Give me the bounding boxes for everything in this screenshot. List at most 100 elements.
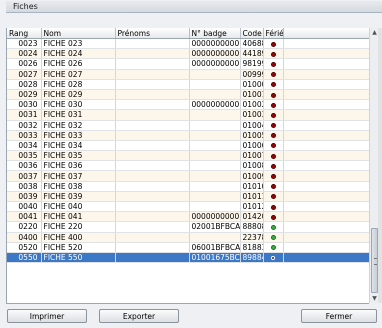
holiday-status-red-icon xyxy=(270,174,276,180)
cell-badge xyxy=(189,170,241,182)
cell-filler xyxy=(283,109,369,121)
column-header-badge[interactable]: N° badge xyxy=(189,28,241,39)
cell-filler xyxy=(283,252,369,264)
cell-rang: 0026 xyxy=(7,58,42,70)
cell-badge xyxy=(189,201,241,213)
column-header-prenoms[interactable]: Prénoms xyxy=(115,28,190,39)
cell-filler xyxy=(283,181,369,192)
cell-prenoms xyxy=(115,38,190,50)
table-row[interactable]: 0030FICHE 030 000000000001002 xyxy=(7,99,369,111)
cell-feries xyxy=(263,120,284,131)
export-button[interactable]: Exporter xyxy=(99,309,179,323)
column-header-rang[interactable]: Rang xyxy=(7,28,42,39)
table-row[interactable]: 0036FICHE 036 01008 xyxy=(7,160,369,172)
holiday-status-red-icon xyxy=(270,194,276,200)
scrollbar-thumb[interactable] xyxy=(371,228,378,293)
cell-filler xyxy=(283,58,369,70)
table-row[interactable]: 0029FICHE 029 01001 xyxy=(7,89,369,101)
cell-badge: 02001BFBCA xyxy=(189,221,241,233)
cell-nom: FICHE 037 xyxy=(41,170,116,182)
holiday-status-red-icon xyxy=(270,143,276,149)
table-row[interactable]: 0039FICHE 039 01011 xyxy=(7,191,369,203)
table-row[interactable]: 0550FICHE 550 01001675BC89884 xyxy=(7,252,369,264)
cell-filler xyxy=(283,79,369,90)
cell-badge: 0000000000 xyxy=(189,99,241,111)
table-row[interactable]: 0041FICHE 041 000000000001420 xyxy=(7,211,369,223)
cell-nom: FICHE 030 xyxy=(41,99,116,111)
fiches-window: Fiches Rang Nom Prénoms N° badge Code Fé… xyxy=(0,0,382,328)
holiday-status-green-icon xyxy=(270,235,276,241)
close-button[interactable]: Fermer xyxy=(301,309,377,323)
table-row[interactable]: 0038FICHE 038 01010 xyxy=(7,181,369,192)
cell-code: 98199 xyxy=(240,58,264,70)
cell-badge xyxy=(189,140,241,152)
column-header-nom[interactable]: Nom xyxy=(41,28,116,39)
cell-nom: FICHE 028 xyxy=(41,79,116,90)
table-row[interactable]: 0023FICHE 023 000000000040688 xyxy=(7,38,369,50)
table-row[interactable]: 0035FICHE 035 01007 xyxy=(7,150,369,162)
cell-prenoms xyxy=(115,242,190,253)
table-row[interactable]: 0024FICHE 024 000000000044189 xyxy=(7,48,369,60)
grip-icon xyxy=(374,258,377,265)
cell-prenoms xyxy=(115,160,190,172)
column-header-feries[interactable]: Fériés xyxy=(263,28,284,39)
cell-badge xyxy=(189,150,241,162)
table-row[interactable]: 0040FICHE 040 01012 xyxy=(7,201,369,213)
holiday-status-red-icon xyxy=(270,61,276,67)
table-row[interactable]: 0028FICHE 028 01000 xyxy=(7,79,369,90)
table-row[interactable]: 0031FICHE 031 01003 xyxy=(7,109,369,121)
cell-rang: 0520 xyxy=(7,242,42,253)
fiches-grid[interactable]: Rang Nom Prénoms N° badge Code Fériés 00… xyxy=(6,28,369,304)
cell-rang: 0037 xyxy=(7,170,42,182)
cell-rang: 0030 xyxy=(7,99,42,111)
table-row[interactable]: 0033FICHE 033 01005 xyxy=(7,130,369,141)
cell-code: 01006 xyxy=(240,140,264,152)
cell-feries xyxy=(263,58,284,70)
cell-badge: 0000000000 xyxy=(189,48,241,60)
table-row[interactable]: 0034FICHE 034 01006 xyxy=(7,140,369,152)
cell-badge xyxy=(189,191,241,203)
cell-nom: FICHE 031 xyxy=(41,109,116,121)
cell-feries xyxy=(263,201,284,213)
cell-nom: FICHE 039 xyxy=(41,191,116,203)
print-button[interactable]: Imprimer xyxy=(7,309,87,323)
cell-filler xyxy=(283,120,369,131)
column-header-code[interactable]: Code xyxy=(240,28,264,39)
holiday-status-purple-icon xyxy=(271,256,275,261)
cell-prenoms xyxy=(115,221,190,233)
cell-rang: 0028 xyxy=(7,79,42,90)
cell-badge xyxy=(189,181,241,192)
cell-filler xyxy=(283,150,369,162)
cell-code: 01012 xyxy=(240,201,264,213)
holiday-status-green-icon xyxy=(270,224,276,230)
holiday-status-red-icon xyxy=(270,163,276,169)
table-row[interactable]: 0027FICHE 027 00999 xyxy=(7,69,369,80)
cell-prenoms xyxy=(115,58,190,70)
cell-code: 01000 xyxy=(240,79,264,90)
cell-filler xyxy=(283,211,369,223)
cell-filler xyxy=(283,242,369,253)
cell-nom: FICHE 041 xyxy=(41,211,116,223)
cell-feries xyxy=(263,170,284,182)
cell-feries xyxy=(263,160,284,172)
cell-rang: 0032 xyxy=(7,120,42,131)
cell-feries xyxy=(263,242,284,253)
cell-prenoms xyxy=(115,48,190,60)
table-row[interactable]: 0220FICHE 220 02001BFBCA88808 xyxy=(7,221,369,233)
cell-code: 89884 xyxy=(240,252,264,264)
cell-rang: 0550 xyxy=(7,252,42,264)
cell-code: 00999 xyxy=(240,69,264,80)
table-row[interactable]: 0037FICHE 037 01009 xyxy=(7,170,369,182)
cell-code: 01010 xyxy=(240,181,264,192)
cell-nom: FICHE 520 xyxy=(41,242,116,253)
cell-prenoms xyxy=(115,252,190,264)
table-row[interactable]: 0032FICHE 032 01004 xyxy=(7,120,369,131)
table-row[interactable]: 0400FICHE 400 22378 xyxy=(7,232,369,243)
holiday-status-red-icon xyxy=(270,102,276,108)
cell-prenoms xyxy=(115,79,190,90)
cell-nom: FICHE 023 xyxy=(41,38,116,50)
table-row[interactable]: 0026FICHE 026 000000000098199 xyxy=(7,58,369,70)
cell-nom: FICHE 029 xyxy=(41,89,116,101)
table-row[interactable]: 0520FICHE 520 06001BFBCA81883 xyxy=(7,242,369,253)
cell-code: 44189 xyxy=(240,48,264,60)
